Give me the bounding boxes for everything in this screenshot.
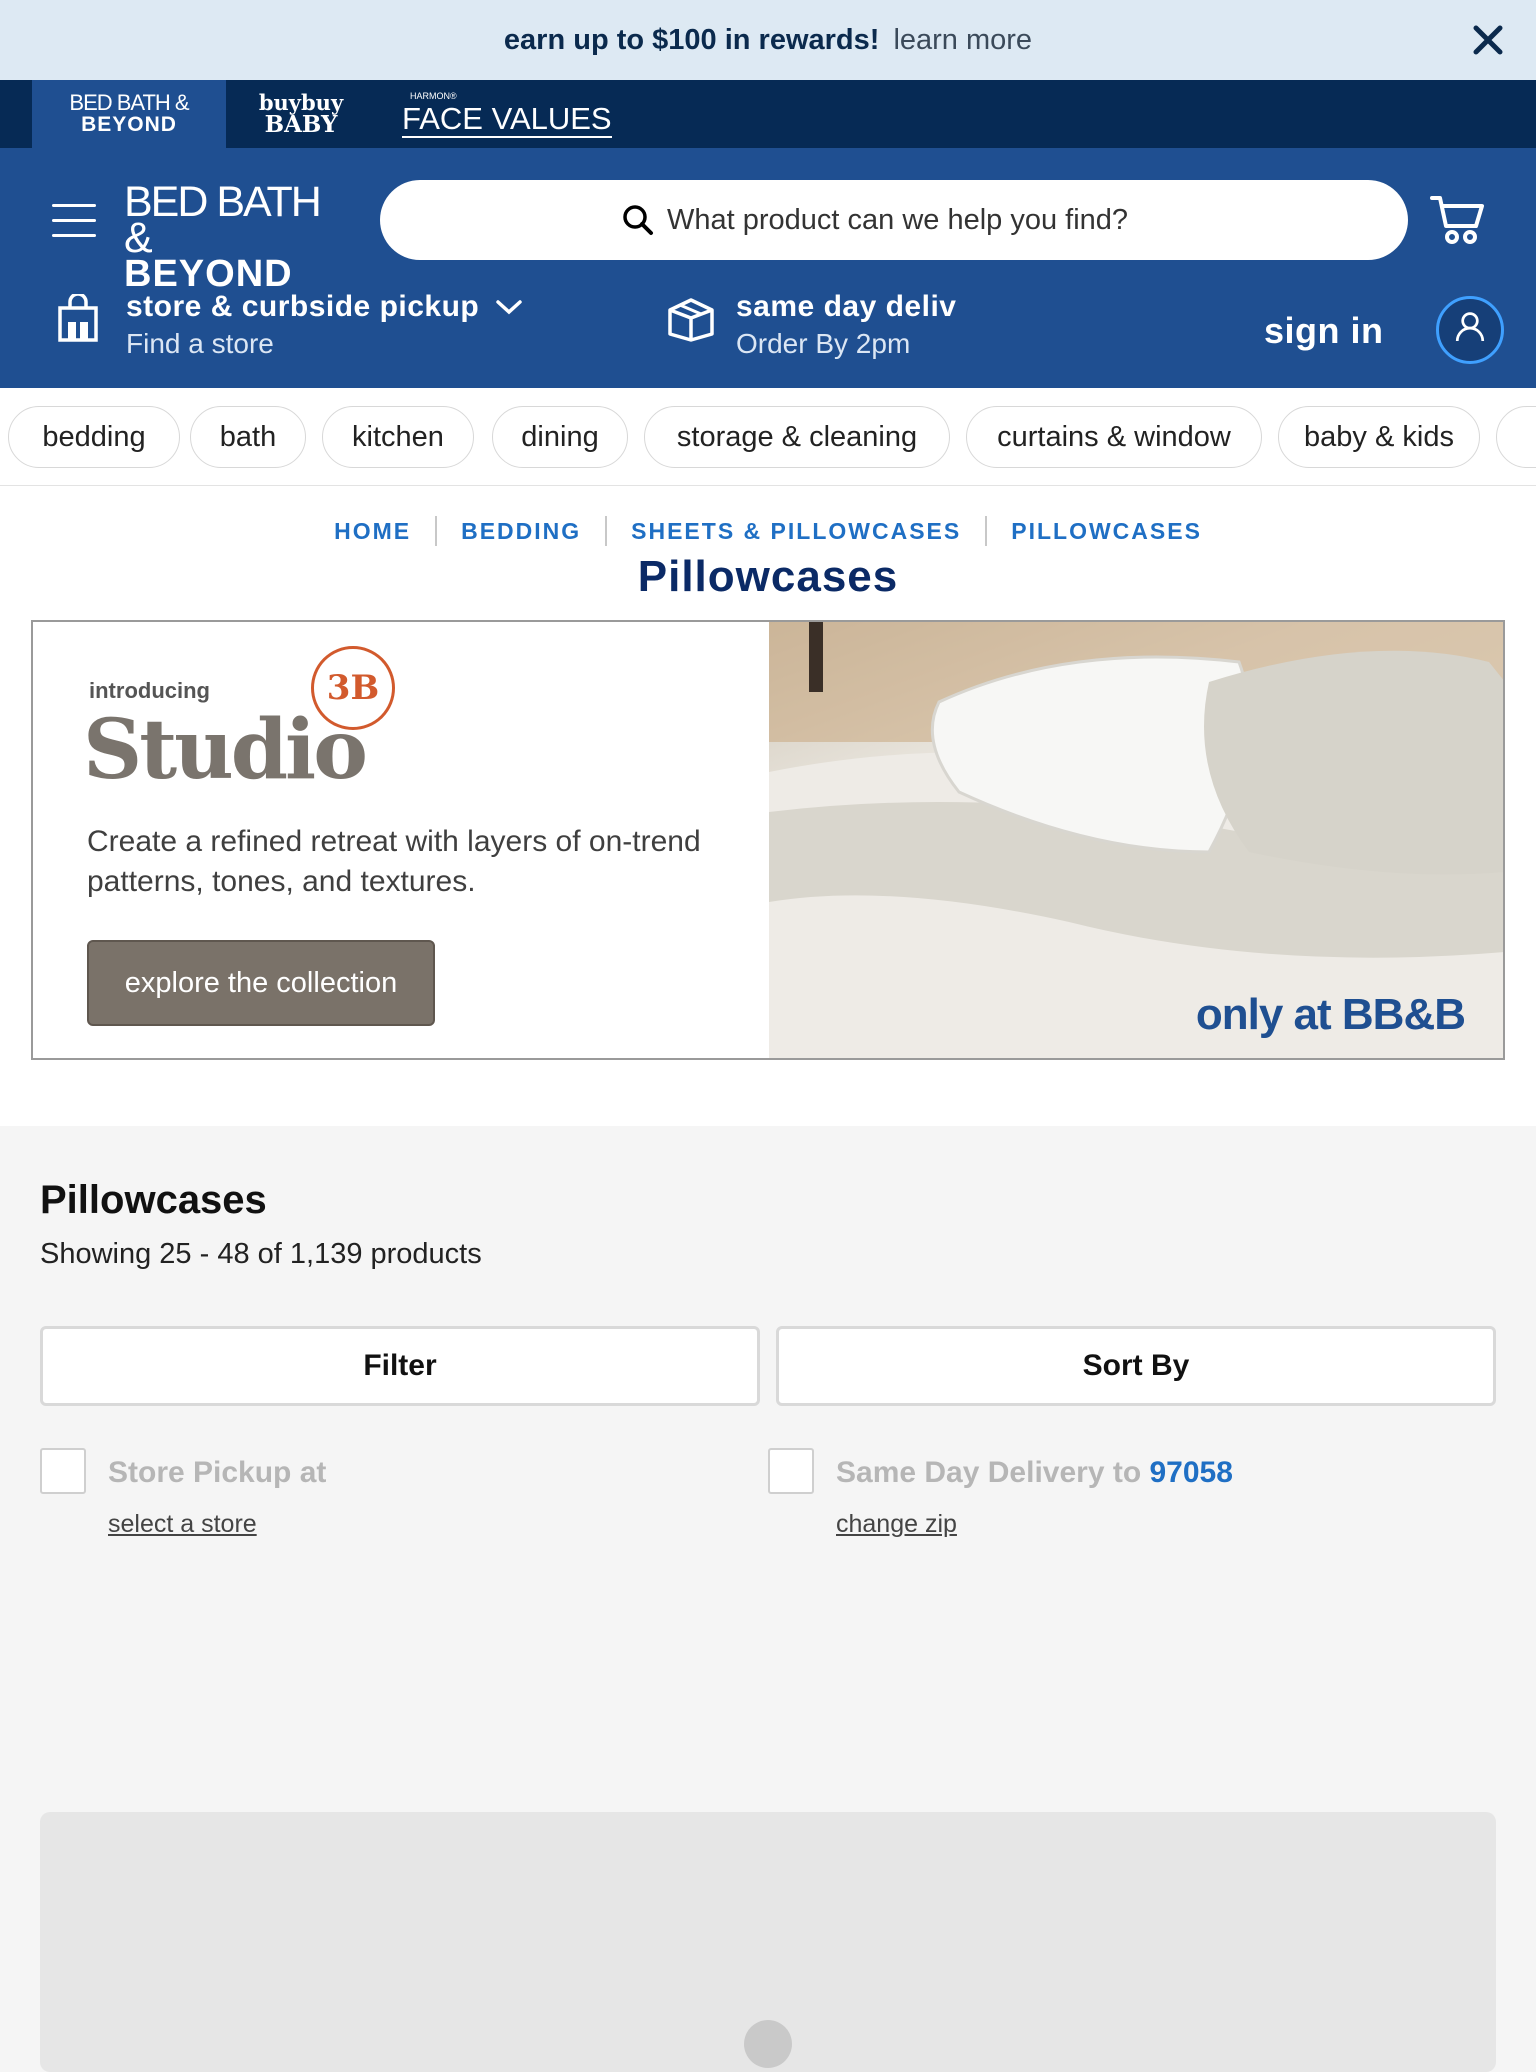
category-pill-baby-kids[interactable]: baby & kids: [1278, 406, 1480, 468]
category-pill-bath[interactable]: bath: [190, 406, 306, 468]
breadcrumb-sheets-pillowcases[interactable]: SHEETS & PILLOWCASES: [607, 518, 985, 545]
store-pickup-selector[interactable]: store & curbside pickup Find a store: [56, 290, 523, 370]
search-input[interactable]: [667, 203, 1167, 237]
chevron-down-icon: [496, 300, 522, 315]
sort-by-button[interactable]: Sort By: [776, 1326, 1496, 1406]
banner-intro: introducing: [89, 678, 210, 703]
breadcrumb-bedding[interactable]: BEDDING: [437, 518, 605, 545]
change-zip-link[interactable]: change zip: [836, 1510, 957, 1539]
account-icon[interactable]: [1436, 296, 1504, 364]
promo-bar: earn up to $100 in rewards! learn more: [0, 0, 1536, 80]
store-pickup-checkbox[interactable]: [40, 1448, 86, 1494]
brand-tab-face-values[interactable]: HARMON® FACE VALUES: [402, 80, 612, 148]
select-store-link[interactable]: select a store: [108, 1510, 257, 1539]
brand-tab-buybuy-baby[interactable]: buybuy BABY: [256, 80, 346, 148]
shopping-bag-icon: [58, 294, 98, 342]
same-day-delivery-label: Same Day Delivery to 97058: [836, 1456, 1233, 1490]
category-nav: bedding bath kitchen dining storage & cl…: [0, 388, 1536, 486]
same-day-delivery-selector[interactable]: same day deliv Order By 2pm: [666, 290, 1016, 370]
loading-spinner-icon: [744, 2020, 792, 2068]
same-day-delivery-text: Same Day Delivery to: [836, 1456, 1142, 1489]
pickup-title: store & curbside pickup: [126, 290, 480, 323]
explore-collection-button[interactable]: explore the collection: [87, 940, 435, 1026]
category-pill-curtains-window[interactable]: curtains & window: [966, 406, 1262, 468]
find-store-link[interactable]: Find a store: [126, 328, 523, 360]
breadcrumb: HOME BEDDING SHEETS & PILLOWCASES PILLOW…: [0, 516, 1536, 546]
banner-text-panel: introducing Studio 3B Create a refined r…: [33, 622, 769, 1058]
sign-in-link[interactable]: sign in: [1264, 310, 1384, 352]
studio-promo-banner[interactable]: introducing Studio 3B Create a refined r…: [31, 620, 1505, 1060]
same-day-delivery-checkbox[interactable]: [768, 1448, 814, 1494]
category-pill-bedding[interactable]: bedding: [8, 406, 180, 468]
banner-bedding-image: only at BB&B: [769, 622, 1503, 1058]
category-pill-dining[interactable]: dining: [492, 406, 628, 468]
logo-text: BED BATH &: [124, 178, 322, 262]
listing-title: Pillowcases: [40, 1178, 267, 1222]
store-pickup-label: Store Pickup at: [108, 1456, 327, 1489]
page-title: Pillowcases: [637, 552, 899, 601]
brand-seal-logo: 3B: [311, 646, 395, 730]
product-count: Showing 25 - 48 of 1,139 products: [40, 1238, 482, 1270]
cart-icon[interactable]: [1430, 194, 1486, 246]
delivery-zip: 97058: [1149, 1456, 1233, 1489]
logo-text: BEYOND: [124, 253, 293, 295]
only-at-bbb-text: only at BB&B: [1195, 990, 1466, 1039]
same-day-subtitle: Order By 2pm: [736, 328, 911, 359]
brand-label: BED BATH &: [69, 90, 189, 115]
brand-strip: BED BATH & BEYOND buybuy BABY HARMON® FA…: [0, 80, 1536, 148]
close-icon[interactable]: [1466, 18, 1510, 62]
filter-button[interactable]: Filter: [40, 1326, 760, 1406]
site-logo[interactable]: BED BATH & BEYOND: [124, 178, 344, 295]
promo-text: earn up to $100 in rewards!: [503, 23, 880, 56]
breadcrumb-pillowcases[interactable]: PILLOWCASES: [987, 518, 1226, 545]
category-pill-more[interactable]: [1496, 406, 1536, 468]
category-pill-kitchen[interactable]: kitchen: [322, 406, 474, 468]
search-bar[interactable]: [380, 180, 1408, 260]
breadcrumb-home[interactable]: HOME: [310, 518, 435, 545]
site-header: BED BATH & BEYOND store & curbside picku…: [0, 148, 1536, 388]
brand-tab-bed-bath-beyond[interactable]: BED BATH & BEYOND: [32, 80, 226, 148]
banner-description: Create a refined retreat with layers of …: [87, 825, 701, 898]
search-icon: [623, 205, 653, 235]
same-day-title: same day deliv: [736, 290, 957, 323]
hamburger-menu-icon[interactable]: [52, 204, 96, 238]
delivery-box-icon: [668, 298, 714, 342]
brand-label: BABY: [264, 111, 338, 138]
learn-more-link[interactable]: learn more: [893, 24, 1032, 57]
category-pill-storage-cleaning[interactable]: storage & cleaning: [644, 406, 950, 468]
brand-label: BEYOND: [81, 113, 177, 136]
brand-label: FACE VALUES: [402, 101, 612, 138]
